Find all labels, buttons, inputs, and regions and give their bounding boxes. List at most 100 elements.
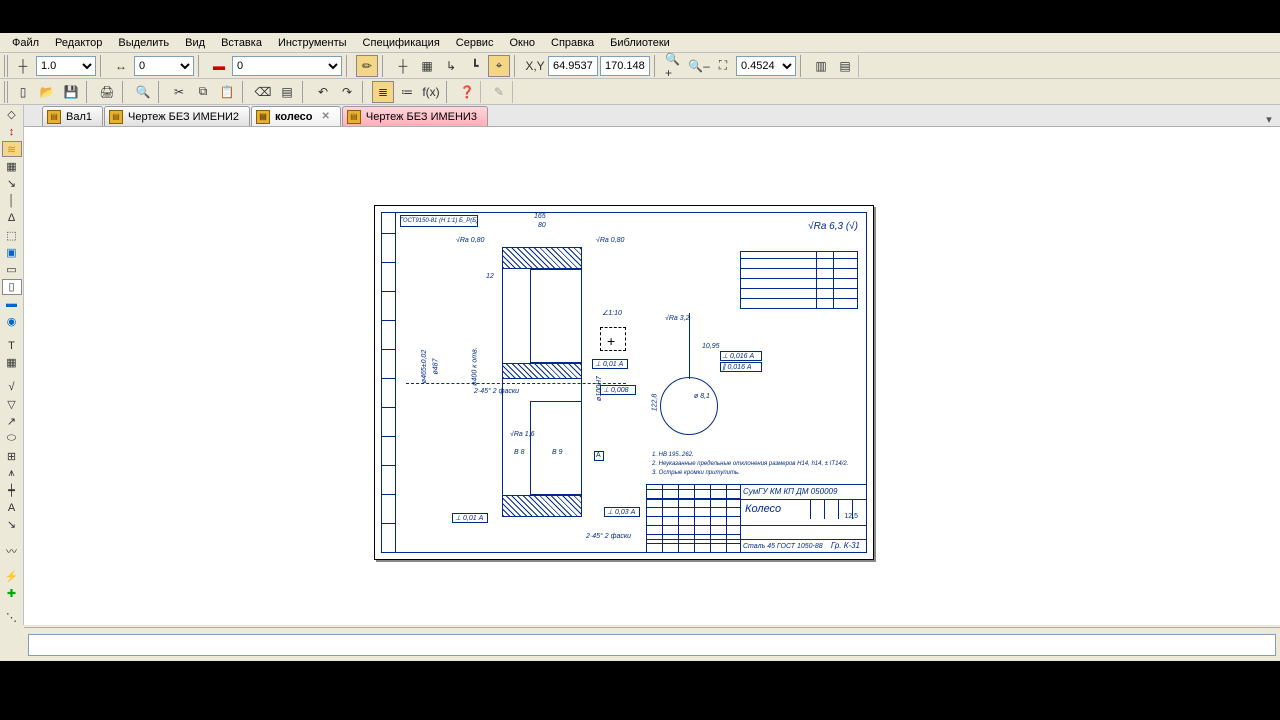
annotations-icon[interactable]: ≋ (2, 141, 22, 156)
section-icon[interactable]: Α (2, 500, 22, 515)
tol-bottom-001: ⊥ 0,01 А (455, 514, 483, 522)
erase-button[interactable]: ⌫ (252, 81, 274, 103)
layer-icon[interactable]: ▬ (208, 55, 230, 77)
preview-button[interactable]: 🔍 (132, 81, 154, 103)
drawing-frame: ГОСТ9150-81 (H 1:1) Б_Р(Б) √Ra 6,3 (√) 1… (381, 212, 867, 553)
centerline (406, 383, 626, 384)
menu-help[interactable]: Справка (543, 35, 602, 51)
menu-tools[interactable]: Инструменты (270, 35, 355, 51)
centerline-icon[interactable]: ┿ (2, 483, 22, 498)
detail-leader (689, 313, 690, 379)
snap-icon[interactable]: ⌖ (488, 55, 510, 77)
new-button[interactable]: ▯ (12, 81, 34, 103)
current-style-icon[interactable]: ↔ (110, 55, 132, 77)
paste-button[interactable]: 📋 (216, 81, 238, 103)
arrow-icon[interactable]: ↘ (2, 517, 22, 532)
drawing-doc-icon: ▤ (47, 110, 61, 124)
menu-file[interactable]: Файл (4, 35, 47, 51)
hatch-mid (502, 363, 582, 379)
coord-y-field[interactable] (600, 56, 650, 76)
open-button[interactable]: 📂 (36, 81, 58, 103)
tab-koleso[interactable]: ▤колесо✕ (251, 106, 341, 126)
more-icon[interactable]: ⋱ (2, 610, 22, 625)
note-3: 3. Острые кромки притупить. (652, 469, 848, 478)
menu-spec[interactable]: Спецификация (355, 35, 448, 51)
text-icon[interactable]: T (2, 338, 22, 353)
weld-icon[interactable]: ⩚ (2, 466, 22, 481)
drawing-doc-icon: ▤ (109, 110, 123, 124)
variables-button[interactable]: ≔ (396, 81, 418, 103)
menu-libraries[interactable]: Библиотеки (602, 35, 678, 51)
datum-icon[interactable]: ▽ (2, 397, 22, 412)
menu-bar: Файл Редактор Выделить Вид Вставка Инстр… (0, 33, 1280, 53)
leader-icon[interactable]: ↗ (2, 414, 22, 429)
save-button[interactable]: 💾 (60, 81, 82, 103)
step-icon[interactable]: ┼ (12, 55, 34, 77)
global-roughness: √Ra 6,3 (√) (808, 221, 858, 232)
tolerance-icon[interactable]: ⊞ (2, 448, 22, 463)
print-button[interactable]: 🖨 (96, 81, 118, 103)
titleblock-partname: Колесо (745, 503, 781, 515)
param-icon[interactable]: │ (2, 193, 22, 208)
tab-unnamed2[interactable]: ▤Чертеж БЕЗ ИМЕНИ2 (104, 106, 250, 126)
properties-button[interactable]: ▤ (276, 81, 298, 103)
menu-insert[interactable]: Вставка (213, 35, 270, 51)
menu-service[interactable]: Сервис (448, 35, 502, 51)
menu-view[interactable]: Вид (177, 35, 213, 51)
reports-icon[interactable]: ▭ (2, 262, 22, 277)
views-icon[interactable]: ▬ (2, 297, 22, 312)
fx-button[interactable]: f(x) (420, 81, 442, 103)
redo-button[interactable]: ↷ (336, 81, 358, 103)
zoom-all-icon[interactable]: ⛶ (712, 55, 734, 77)
grid-icon[interactable]: ▦ (416, 55, 438, 77)
cut-button[interactable]: ✂ (168, 81, 190, 103)
localcs-icon[interactable]: ↳ (440, 55, 462, 77)
tab-unnamed3[interactable]: ▤Чертеж БЕЗ ИМЕНИ3 (342, 106, 488, 126)
tol-003: ⊥ 0,03 А (607, 508, 635, 516)
balloon-icon[interactable]: ⬭ (2, 431, 22, 446)
ra16: √Ra 1,6 (510, 431, 534, 438)
toolbar-grip[interactable] (4, 55, 10, 77)
ortho-icon[interactable]: ┼ (392, 55, 414, 77)
context-help-button[interactable]: ❓ (456, 81, 478, 103)
layer-select[interactable]: 0 (232, 56, 342, 76)
titleblock-mass: 12,5 (844, 513, 858, 520)
tabs-dropdown-icon[interactable]: ▾ (1262, 113, 1276, 126)
edit-icon[interactable]: ↘ (2, 176, 22, 191)
hatch-icon[interactable]: ▦ (2, 159, 22, 174)
toolbar-grip-2[interactable] (4, 81, 10, 103)
close-icon[interactable]: ✕ (322, 111, 330, 122)
sheet-icon[interactable]: ▯ (2, 279, 22, 294)
dimensions-icon[interactable]: ↕ (2, 124, 22, 139)
menu-editor[interactable]: Редактор (47, 35, 110, 51)
linestyle-select[interactable]: 0 (134, 56, 194, 76)
eraser-button[interactable]: ✏ (356, 55, 378, 77)
zoom-in-icon[interactable]: 🔍+ (664, 55, 686, 77)
table-icon[interactable]: ▦ (2, 355, 22, 370)
select-icon[interactable]: ⬚ (2, 228, 22, 243)
drawing-canvas[interactable]: ГОСТ9150-81 (H 1:1) Б_Р(Б) √Ra 6,3 (√) 1… (24, 127, 1280, 625)
command-input[interactable] (28, 634, 1276, 656)
menu-select[interactable]: Выделить (110, 35, 177, 51)
wave-icon[interactable]: 〰 (2, 542, 22, 560)
tab-val1[interactable]: ▤Вал1 (42, 106, 103, 126)
menu-window[interactable]: Окно (501, 35, 543, 51)
copy-button[interactable]: ⧉ (192, 81, 214, 103)
layers-button[interactable]: ≣ (372, 81, 394, 103)
roughness-icon[interactable]: √ (2, 379, 22, 394)
undo-button[interactable]: ↶ (312, 81, 334, 103)
geometry-icon[interactable]: ◇ (2, 107, 22, 122)
spec-icon[interactable]: ▣ (2, 245, 22, 260)
step-select[interactable]: 1.0 (36, 56, 96, 76)
autoaxis-icon[interactable]: ⚡ (2, 569, 22, 584)
zoom-window-icon[interactable]: 🔍– (688, 55, 710, 77)
centermark-icon[interactable]: ✚ (2, 586, 22, 601)
window-cascade-icon[interactable]: ▤ (834, 55, 856, 77)
zoom-select[interactable]: 0.4524 (736, 56, 796, 76)
window-tile-icon[interactable]: ▥ (810, 55, 832, 77)
measure-icon[interactable]: Δ (2, 210, 22, 225)
coord-x-field[interactable] (548, 56, 598, 76)
insert-icon[interactable]: ◉ (2, 314, 22, 329)
detail-1095: 10,95 (702, 343, 720, 350)
round-icon[interactable]: ┗ (464, 55, 486, 77)
